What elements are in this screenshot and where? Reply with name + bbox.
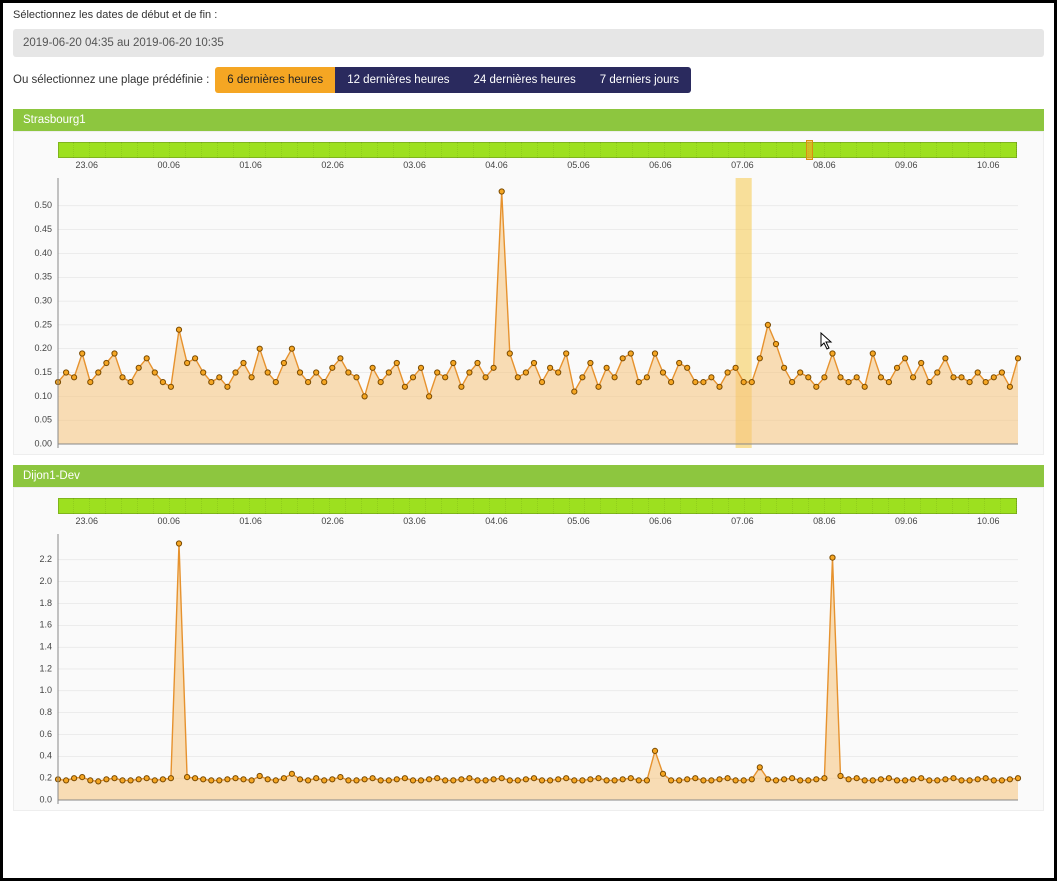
svg-text:0.00: 0.00 xyxy=(34,438,52,448)
overview-strip[interactable]: 23.0600.0601.0602.0603.0604.0605.0606.06… xyxy=(58,498,1017,528)
preset-24h-button[interactable]: 24 dernières heures xyxy=(461,67,587,93)
svg-text:0.8: 0.8 xyxy=(39,707,52,717)
svg-text:1.8: 1.8 xyxy=(39,598,52,608)
svg-text:1.4: 1.4 xyxy=(39,642,52,652)
overview-strip[interactable]: 23.0600.0601.0602.0603.0604.0605.0606.06… xyxy=(58,142,1017,172)
svg-text:0.20: 0.20 xyxy=(34,343,52,353)
svg-text:0.25: 0.25 xyxy=(34,319,52,329)
svg-text:0.45: 0.45 xyxy=(34,224,52,234)
svg-text:0.05: 0.05 xyxy=(34,415,52,425)
preset-range-row: Ou sélectionnez une plage prédéfinie : 6… xyxy=(3,63,1054,103)
preset-12h-button[interactable]: 12 dernières heures xyxy=(335,67,461,93)
svg-text:0.35: 0.35 xyxy=(34,272,52,282)
svg-text:0.2: 0.2 xyxy=(39,773,52,783)
select-dates-label: Sélectionnez les dates de début et de fi… xyxy=(3,3,1054,25)
preset-range-label: Ou sélectionnez une plage prédéfinie : xyxy=(13,74,209,86)
svg-text:0.6: 0.6 xyxy=(39,729,52,739)
chart-title: Strasbourg1 xyxy=(13,109,1044,131)
svg-text:2.0: 2.0 xyxy=(39,576,52,586)
overview-highlight[interactable] xyxy=(806,140,813,160)
date-range-input[interactable]: 2019-06-20 04:35 au 2019-06-20 10:35 xyxy=(13,29,1044,57)
chart-plot[interactable]: 0.000.050.100.150.200.250.300.350.400.45… xyxy=(58,178,1017,448)
chart-panel-dijon: Dijon1-Dev 23.0600.0601.0602.0603.0604.0… xyxy=(13,465,1044,811)
svg-text:1.2: 1.2 xyxy=(39,663,52,673)
svg-text:0.50: 0.50 xyxy=(34,200,52,210)
chart-body: 23.0600.0601.0602.0603.0604.0605.0606.06… xyxy=(13,487,1044,811)
chart-title: Dijon1-Dev xyxy=(13,465,1044,487)
svg-text:1.0: 1.0 xyxy=(39,685,52,695)
svg-text:0.0: 0.0 xyxy=(39,794,52,804)
svg-text:0.4: 0.4 xyxy=(39,751,52,761)
chart-panel-strasbourg: Strasbourg1 23.0600.0601.0602.0603.0604.… xyxy=(13,109,1044,455)
svg-text:0.40: 0.40 xyxy=(34,248,52,258)
date-range-value: 2019-06-20 04:35 au 2019-06-20 10:35 xyxy=(23,37,224,49)
chart-body: 23.0600.0601.0602.0603.0604.0605.0606.06… xyxy=(13,131,1044,455)
svg-text:0.10: 0.10 xyxy=(34,391,52,401)
preset-6h-button[interactable]: 6 dernières heures xyxy=(215,67,335,93)
svg-text:0.30: 0.30 xyxy=(34,295,52,305)
svg-text:2.2: 2.2 xyxy=(39,554,52,564)
preset-7d-button[interactable]: 7 derniers jours xyxy=(588,67,691,93)
svg-text:0.15: 0.15 xyxy=(34,367,52,377)
svg-text:1.6: 1.6 xyxy=(39,620,52,630)
chart-plot[interactable]: 0.00.20.40.60.81.01.21.41.61.82.02.2 xyxy=(58,534,1017,804)
app-frame: Sélectionnez les dates de début et de fi… xyxy=(3,3,1054,878)
